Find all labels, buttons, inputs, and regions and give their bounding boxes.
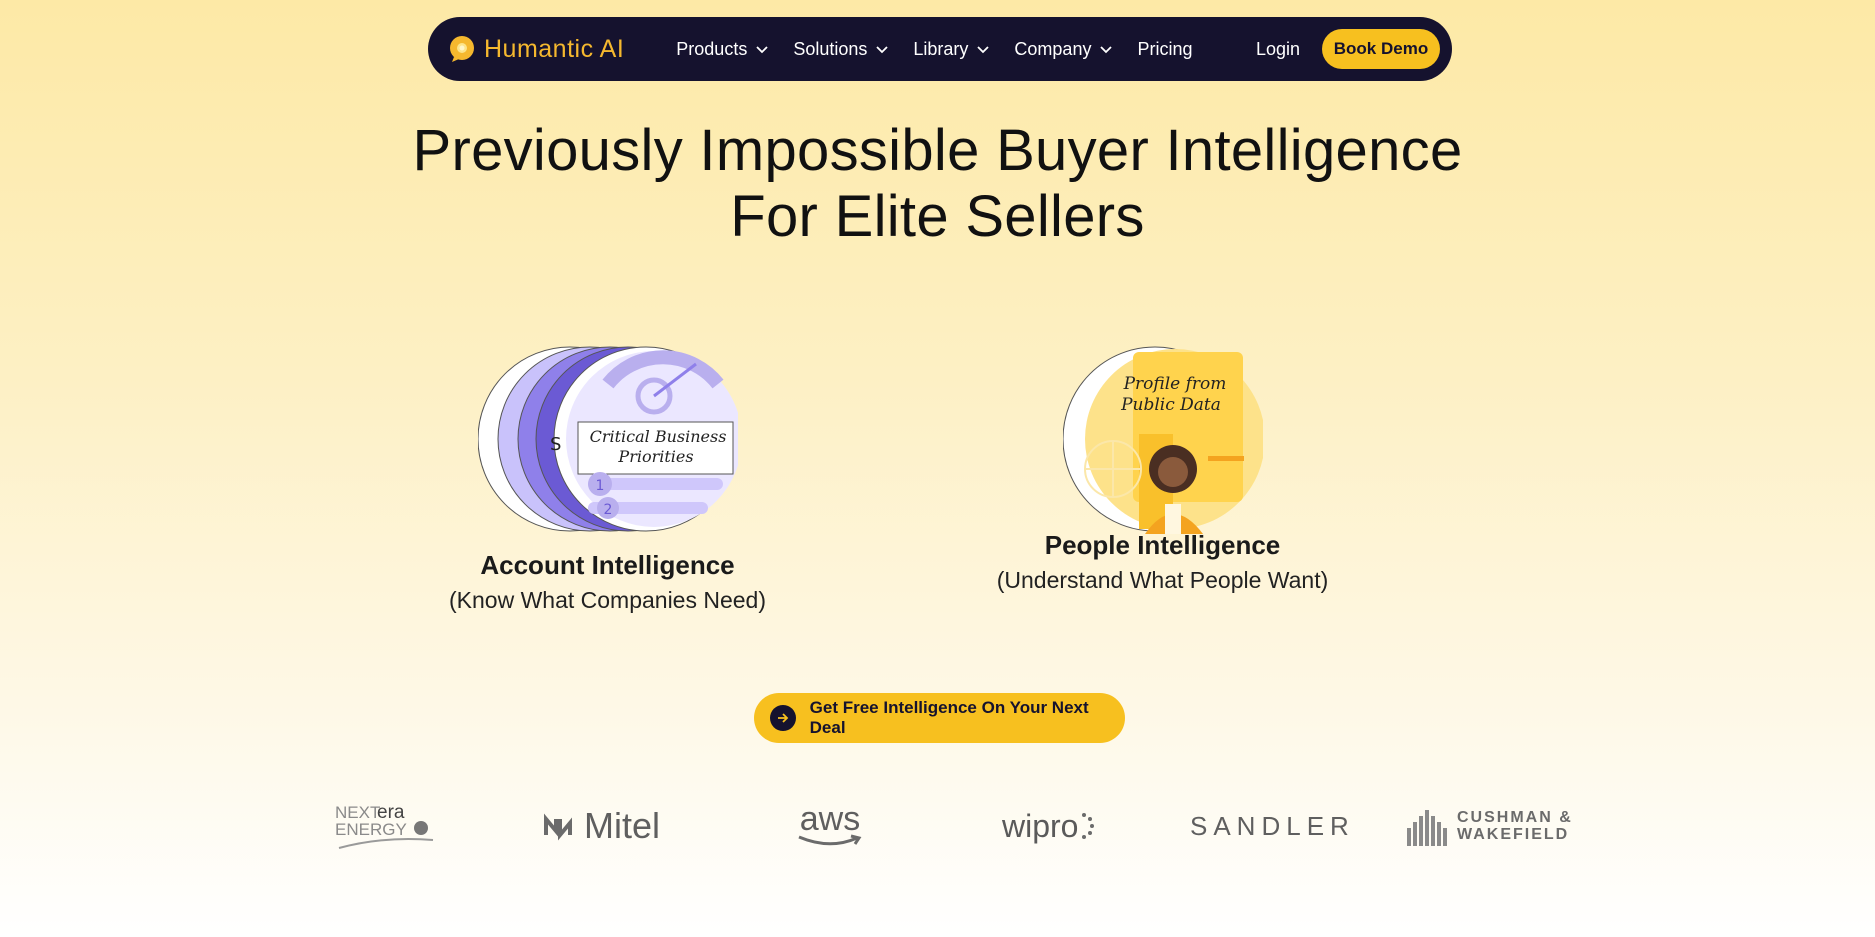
art-text-priorities: Priorities: [617, 447, 693, 466]
account-card-subtitle: (Know What Companies Need): [448, 587, 767, 613]
mitel-mark-icon: [544, 813, 572, 841]
mitel-wordmark: Mitel: [584, 805, 661, 846]
nav-item-label: Company: [1014, 38, 1092, 59]
wipro-wordmark: wipro: [1002, 807, 1079, 844]
aws-smile-icon: [798, 834, 862, 846]
cta-label: Get Free Intelligence On Your Next Deal: [809, 698, 1089, 737]
account-intelligence-illustration: Critical Business Priorities 1 2 S: [477, 346, 738, 532]
client-logo-sandler: SANDLER: [1190, 800, 1355, 852]
sandler-wordmark: SANDLER: [1190, 810, 1355, 841]
client-logo-cushman: CUSHMAN & WAKEFIELD: [1405, 800, 1583, 852]
nav-item-library[interactable]: Library: [913, 39, 990, 60]
aws-wordmark: aws: [799, 800, 861, 838]
cushman-bars-icon: [1407, 810, 1447, 846]
chevron-down-icon: [1100, 46, 1113, 54]
brand-name: Humantic AI: [484, 34, 625, 63]
people-card-title: People Intelligence: [1044, 530, 1281, 560]
top-navbar: Humantic AI Products Solutions Library C…: [428, 17, 1452, 81]
arrow-right-icon: [770, 705, 796, 731]
brand-logo[interactable]: Humantic AI: [448, 35, 624, 64]
people-card-subtitle: (Understand What People Want): [996, 567, 1329, 593]
nav-item-products[interactable]: Products: [676, 39, 769, 60]
nav-item-pricing[interactable]: Pricing: [1137, 39, 1192, 60]
nav-item-company[interactable]: Company: [1014, 39, 1113, 60]
client-logo-mitel: Mitel: [542, 800, 677, 852]
svg-text:S: S: [550, 434, 561, 455]
headline-line-1: Previously Impossible Buyer Intelligence: [412, 118, 1463, 183]
people-intelligence-card[interactable]: Profile from Public Data People Intellig…: [965, 344, 1360, 594]
client-logos: NEXT era ENERGY Mitel aws wipro SANDLER: [0, 800, 1875, 852]
art-text-public-data: Public Data: [1120, 395, 1221, 415]
art-num-2: 2: [603, 502, 612, 518]
logo-icon: [450, 36, 474, 62]
chevron-down-icon: [876, 46, 889, 54]
people-intelligence-illustration: Profile from Public Data: [1062, 346, 1263, 534]
main-menu: Products Solutions Library Company Prici…: [676, 39, 1192, 60]
book-demo-button[interactable]: Book Demo: [1322, 29, 1440, 69]
client-logo-nextera: NEXT era ENERGY: [333, 800, 443, 852]
wipro-dots-icon: [1082, 813, 1095, 839]
chevron-down-icon: [977, 46, 990, 54]
client-logo-aws: aws: [790, 800, 870, 852]
hero-headline: Previously Impossible Buyer Intelligence…: [0, 118, 1875, 250]
nextera-energy: ENERGY: [335, 820, 407, 839]
nav-item-solutions[interactable]: Solutions: [793, 39, 889, 60]
headline-line-2: For Elite Sellers: [730, 184, 1145, 249]
nav-item-label: Library: [913, 38, 969, 59]
nav-item-label: Products: [676, 38, 748, 59]
account-intelligence-card[interactable]: Critical Business Priorities 1 2 S Accou…: [430, 344, 785, 614]
cushman-line-1: CUSHMAN &: [1457, 809, 1573, 826]
get-free-intelligence-button[interactable]: Get Free Intelligence On Your Next Deal: [754, 693, 1125, 743]
art-text-profile: Profile from: [1122, 374, 1226, 394]
nav-item-label: Solutions: [793, 38, 868, 59]
nav-item-label: Pricing: [1137, 38, 1193, 59]
chevron-down-icon: [756, 46, 768, 54]
art-text-critical: Critical Business: [589, 427, 726, 446]
art-num-1: 1: [595, 478, 604, 494]
account-card-title: Account Intelligence: [480, 550, 735, 580]
cushman-line-2: WAKEFIELD: [1457, 826, 1570, 843]
client-logo-wipro: wipro: [1002, 800, 1107, 852]
nav-actions: Login Book Demo: [1256, 29, 1440, 69]
login-link[interactable]: Login: [1256, 39, 1300, 60]
